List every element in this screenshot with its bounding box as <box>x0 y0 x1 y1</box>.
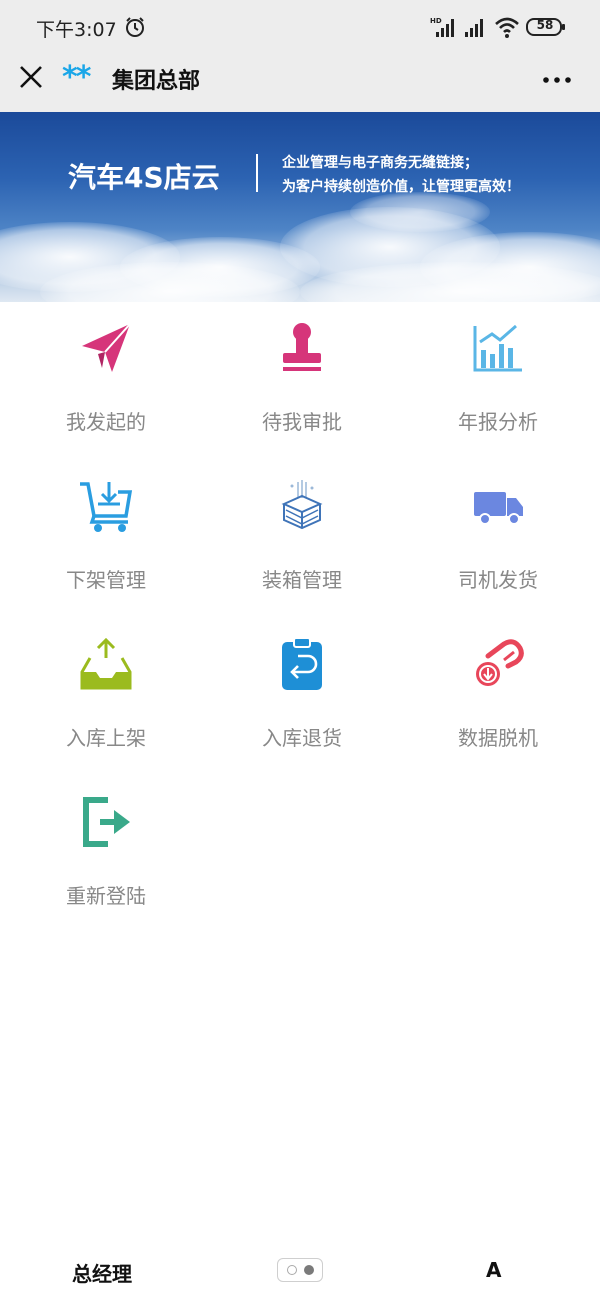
banner-divider <box>256 154 258 192</box>
menu-item-warehouse-shelving[interactable]: 入库上架 <box>6 618 206 776</box>
more-icon[interactable] <box>542 76 572 84</box>
font-size-button[interactable]: A <box>486 1258 501 1282</box>
bottom-bar: 总经理 A <box>0 1240 600 1300</box>
bar-chart-icon <box>473 324 522 372</box>
menu-item-annual-report[interactable]: 年报分析 <box>398 302 598 460</box>
nav-title-stars: ** <box>62 60 91 95</box>
inbox-upload-icon <box>80 637 132 690</box>
menu-item-data-offline[interactable]: 数据脱机 <box>398 618 598 776</box>
close-icon[interactable] <box>18 64 44 90</box>
banner-slogan-line1: 企业管理与电子商务无缝链接； <box>282 155 478 171</box>
status-bar: 下午3:07 HD 58 <box>0 0 600 52</box>
wifi-icon <box>495 17 519 38</box>
menu-item-label: 入库退货 <box>262 726 342 750</box>
banner: 汽车4S店云 企业管理与电子商务无缝链接； 为客户持续创造价值，让管理更高效！ <box>0 112 600 302</box>
banner-slogan-line2: 为客户持续创造价值，让管理更高效！ <box>282 179 520 195</box>
clipboard-return-icon <box>282 637 322 690</box>
shopping-cart-icon <box>80 482 133 532</box>
nav-title: 集团总部 <box>112 69 201 94</box>
menu-item-driver-shipping[interactable]: 司机发货 <box>398 460 598 618</box>
menu-item-label: 入库上架 <box>66 726 146 750</box>
delivery-truck-icon <box>474 492 523 525</box>
menu-item-delisting[interactable]: 下架管理 <box>6 460 206 618</box>
menu-item-relogin[interactable]: 重新登陆 <box>6 776 206 934</box>
logout-icon <box>83 797 130 847</box>
menu-item-warehouse-return[interactable]: 入库退货 <box>202 618 402 776</box>
menu-item-packing[interactable]: 装箱管理 <box>202 460 402 618</box>
packing-box-icon <box>281 480 323 530</box>
page-indicator[interactable] <box>277 1258 323 1282</box>
page-dot-inactive <box>287 1265 297 1275</box>
menu-item-label: 年报分析 <box>458 410 538 434</box>
menu-item-label: 装箱管理 <box>262 568 342 592</box>
menu-item-label: 数据脱机 <box>458 726 538 750</box>
stamp-icon <box>283 323 321 371</box>
menu-item-my-initiated[interactable]: 我发起的 <box>6 302 206 460</box>
signal-icon <box>465 19 483 37</box>
menu-item-label: 下架管理 <box>66 568 146 592</box>
paper-plane-icon <box>82 323 131 372</box>
menu-item-label: 司机发货 <box>458 568 538 592</box>
nav-bar: ** 集团总部 <box>0 52 600 112</box>
alarm-icon <box>126 17 144 37</box>
battery-level: 58 <box>536 18 554 32</box>
role-label[interactable]: 总经理 <box>72 1258 132 1287</box>
banner-title: 汽车4S店云 <box>68 161 220 194</box>
hd-signal-icon: HD <box>430 17 454 37</box>
status-time: 下午3:07 <box>36 19 117 41</box>
menu-item-label: 待我审批 <box>262 410 342 434</box>
menu-item-pending-approval[interactable]: 待我审批 <box>202 302 402 460</box>
page-dot-active <box>304 1265 314 1275</box>
menu-item-label: 重新登陆 <box>66 884 146 908</box>
data-offline-icon <box>476 639 524 686</box>
menu-item-label: 我发起的 <box>66 410 146 434</box>
svg-text:HD: HD <box>430 17 442 25</box>
